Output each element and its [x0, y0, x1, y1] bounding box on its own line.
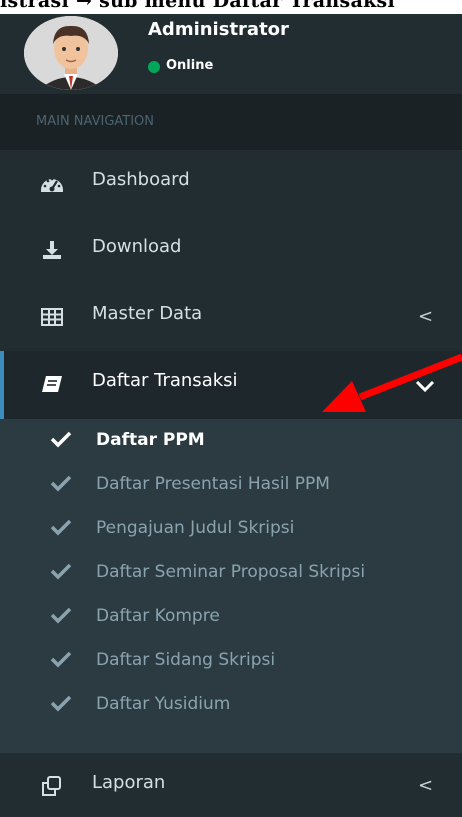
submenu-item-label: Daftar Presentasi Hasil PPM — [96, 474, 330, 494]
main-navigation-header: MAIN NAVIGATION — [0, 94, 462, 150]
check-icon — [50, 695, 72, 712]
sidebar-item-label: Daftar Transaksi — [92, 370, 238, 391]
sidebar-item-dashboard[interactable]: Dashboard — [0, 150, 462, 217]
submenu-item-label: Daftar PPM — [96, 430, 205, 450]
submenu-item-pengajuan-judul-skripsi[interactable]: Pengajuan Judul Skripsi — [0, 507, 462, 551]
user-panel: Administrator Online — [0, 14, 462, 94]
user-name[interactable]: Administrator — [148, 19, 289, 40]
submenu-item-label: Daftar Sidang Skripsi — [96, 650, 276, 670]
submenu-item-daftar-sidang-skripsi[interactable]: Daftar Sidang Skripsi — [0, 639, 462, 683]
sidebar-item-laporan[interactable]: Laporan < — [0, 753, 462, 817]
check-icon — [50, 431, 72, 448]
submenu-item-daftar-seminar-proposal-skripsi[interactable]: Daftar Seminar Proposal Skripsi — [0, 551, 462, 595]
sidebar-item-label: Download — [92, 236, 182, 257]
submenu-item-daftar-presentasi-hasil-ppm[interactable]: Daftar Presentasi Hasil PPM — [0, 463, 462, 507]
avatar — [24, 16, 118, 90]
chevron-left-icon: < — [418, 775, 434, 796]
sidebar-item-daftar-transaksi[interactable]: Daftar Transaksi — [0, 351, 462, 419]
book-icon — [42, 376, 62, 392]
status-text: Online — [166, 58, 214, 73]
sidebar-item-label: Master Data — [92, 303, 203, 324]
submenu-item-daftar-ppm[interactable]: Daftar PPM — [0, 419, 462, 463]
check-icon — [50, 651, 72, 668]
online-status-icon — [148, 61, 160, 73]
submenu-item-label: Daftar Seminar Proposal Skripsi — [96, 562, 366, 582]
document-text-strip: istrasi → sub menu Daftar Transaksi — [0, 0, 462, 14]
sidebar-item-label: Laporan — [92, 772, 166, 793]
check-icon — [50, 475, 72, 492]
check-icon — [50, 563, 72, 580]
submenu-item-label: Daftar Yusidium — [96, 694, 231, 714]
chevron-down-icon — [415, 380, 435, 393]
main-navigation-label: MAIN NAVIGATION — [36, 114, 155, 129]
submenu-daftar-transaksi: Daftar PPM Daftar Presentasi Hasil PPM P… — [0, 419, 462, 753]
dashboard-icon — [41, 177, 63, 192]
avatar-icon — [24, 16, 118, 90]
submenu-item-label: Pengajuan Judul Skripsi — [96, 518, 295, 538]
sidebar-item-master-data[interactable]: Master Data < — [0, 284, 462, 351]
submenu-item-label: Daftar Kompre — [96, 606, 220, 626]
submenu-item-daftar-yusidium[interactable]: Daftar Yusidium — [0, 683, 462, 727]
check-icon — [50, 607, 72, 624]
copy-icon — [42, 776, 61, 796]
check-icon — [50, 519, 72, 536]
sidebar-menu: Dashboard Download Master Data < Daftar … — [0, 150, 462, 817]
download-icon — [43, 241, 61, 259]
sidebar-item-label: Dashboard — [92, 169, 190, 190]
sidebar: Administrator Online MAIN NAVIGATION Das… — [0, 14, 462, 801]
chevron-left-icon: < — [418, 306, 434, 327]
table-icon — [41, 308, 63, 326]
document-text: istrasi → sub menu Daftar Transaksi — [0, 0, 396, 12]
sidebar-item-download[interactable]: Download — [0, 217, 462, 284]
submenu-item-daftar-kompre[interactable]: Daftar Kompre — [0, 595, 462, 639]
